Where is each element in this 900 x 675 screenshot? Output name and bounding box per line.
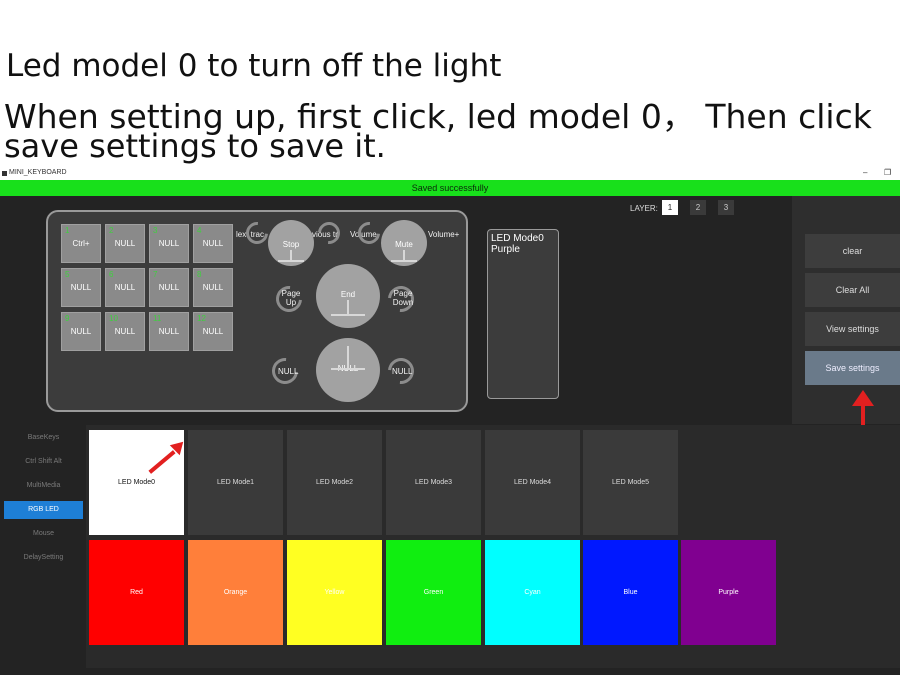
key-3[interactable]: 3 NULL <box>149 224 189 263</box>
key-8[interactable]: 8 NULL <box>193 268 233 307</box>
key-label: NULL <box>202 327 224 336</box>
menu-item-multimedia[interactable]: MultiMedia <box>4 477 83 495</box>
rotate-left-icon[interactable] <box>353 217 385 249</box>
layer-label: LAYER: <box>630 204 658 213</box>
knob1-center-label: Stop <box>282 240 300 249</box>
window-title: MINI_KEYBOARD <box>9 169 67 176</box>
key-number: 8 <box>197 270 202 279</box>
color-tile-green[interactable]: Green <box>386 540 481 645</box>
key-number: 5 <box>65 270 70 279</box>
knob1-right-label: vious tr <box>312 230 338 239</box>
key-5[interactable]: 5 NULL <box>61 268 101 307</box>
key-label: Ctrl+ <box>72 239 90 248</box>
knob3-center-label: End <box>340 290 356 299</box>
key-7[interactable]: 7 NULL <box>149 268 189 307</box>
menu-item-basekeys[interactable]: BaseKeys <box>4 429 83 447</box>
key-number: 3 <box>153 226 158 235</box>
led-mode-4-tile[interactable]: LED Mode4 <box>485 430 580 535</box>
led-mode-5-tile[interactable]: LED Mode5 <box>583 430 678 535</box>
key-number: 10 <box>109 314 118 323</box>
led-display-color: Purple <box>491 244 520 255</box>
key-11[interactable]: 11 NULL <box>149 312 189 351</box>
knob4-left-label: NULL <box>278 367 299 376</box>
led-mode-3-tile[interactable]: LED Mode3 <box>386 430 481 535</box>
layer-button-1[interactable]: 1 <box>662 200 678 215</box>
restore-button[interactable]: ❐ <box>884 168 891 177</box>
key-label: NULL <box>114 283 136 292</box>
color-tile-red[interactable]: Red <box>89 540 184 645</box>
menu-item-ctrl-shift-alt[interactable]: Ctrl Shift Alt <box>4 453 83 471</box>
menu-item-rgb-led[interactable]: RGB LED <box>4 501 83 519</box>
knob-base <box>278 260 304 262</box>
knob-base <box>391 260 417 262</box>
key-label: NULL <box>114 327 136 336</box>
save-settings-button[interactable]: Save settings <box>805 351 900 385</box>
knob-indicator <box>347 300 349 314</box>
knob-2[interactable]: Mute <box>381 220 427 266</box>
key-label: NULL <box>114 239 136 248</box>
knob2-center-label: Mute <box>395 240 413 249</box>
key-number: 6 <box>109 270 114 279</box>
clear-button[interactable]: clear <box>805 234 900 268</box>
key-4[interactable]: 4 NULL <box>193 224 233 263</box>
color-tile-purple[interactable]: Purple <box>681 540 776 645</box>
layer-button-2[interactable]: 2 <box>690 200 706 215</box>
key-label: NULL <box>158 239 180 248</box>
menu-item-mouse[interactable]: Mouse <box>4 525 83 543</box>
window-titlebar: MINI_KEYBOARD – ❐ <box>0 168 900 180</box>
status-bar: Saved successfully <box>0 180 900 196</box>
minimize-button[interactable]: – <box>863 168 867 177</box>
key-number: 1 <box>65 226 70 235</box>
key-10[interactable]: 10 NULL <box>105 312 145 351</box>
knob3-left-label: Page Up <box>281 289 301 307</box>
key-number: 9 <box>65 314 70 323</box>
knob-4[interactable]: NULL <box>316 338 380 402</box>
led-mode-2-tile[interactable]: LED Mode2 <box>287 430 382 535</box>
knob-3[interactable]: End <box>316 264 380 328</box>
view-settings-button[interactable]: View settings <box>805 312 900 346</box>
knob-indicator <box>403 250 405 260</box>
caption-line-1: Led model 0 to turn off the light <box>6 48 502 84</box>
key-2[interactable]: 2 NULL <box>105 224 145 263</box>
key-number: 7 <box>153 270 158 279</box>
color-tile-cyan[interactable]: Cyan <box>485 540 580 645</box>
knob4-right-label: NULL <box>392 367 413 376</box>
knob-base <box>331 368 365 370</box>
keyboard-device-panel: 1 Ctrl+ 2 NULL 3 NULL 4 NULL 5 NULL 6 NULL 7 NU… <box>46 210 468 412</box>
key-number: 11 <box>153 314 162 323</box>
caption-line-3: save settings to save it. <box>4 127 386 165</box>
key-label: NULL <box>158 327 180 336</box>
color-tile-orange[interactable]: Orange <box>188 540 283 645</box>
key-number: 4 <box>197 226 202 235</box>
knob-indicator <box>347 346 349 368</box>
led-mode-1-tile[interactable]: LED Mode1 <box>188 430 283 535</box>
key-label: NULL <box>70 327 92 336</box>
key-label: NULL <box>70 283 92 292</box>
key-label: NULL <box>158 283 180 292</box>
knob3-right-label: Page Down <box>392 289 414 307</box>
knob-base <box>331 314 365 316</box>
app-icon <box>2 171 7 176</box>
key-label: NULL <box>202 283 224 292</box>
key-1[interactable]: 1 Ctrl+ <box>61 224 101 263</box>
key-9[interactable]: 9 NULL <box>61 312 101 351</box>
clear-all-button[interactable]: Clear All <box>805 273 900 307</box>
layer-button-3[interactable]: 3 <box>718 200 734 215</box>
key-label: NULL <box>202 239 224 248</box>
knob-1[interactable]: Stop <box>268 220 314 266</box>
key-6[interactable]: 6 NULL <box>105 268 145 307</box>
menu-item-delaysetting[interactable]: DelaySetting <box>4 549 83 567</box>
led-display-mode: LED Mode0 <box>491 233 544 244</box>
key-number: 12 <box>197 314 206 323</box>
color-tile-blue[interactable]: Blue <box>583 540 678 645</box>
knob2-right-label: Volume+ <box>428 230 460 239</box>
key-12[interactable]: 12 NULL <box>193 312 233 351</box>
key-number: 2 <box>109 226 114 235</box>
led-mode-display: LED Mode0 Purple <box>487 229 559 399</box>
knob-indicator <box>290 250 292 260</box>
right-action-panel <box>792 196 900 424</box>
color-tile-yellow[interactable]: Yellow <box>287 540 382 645</box>
